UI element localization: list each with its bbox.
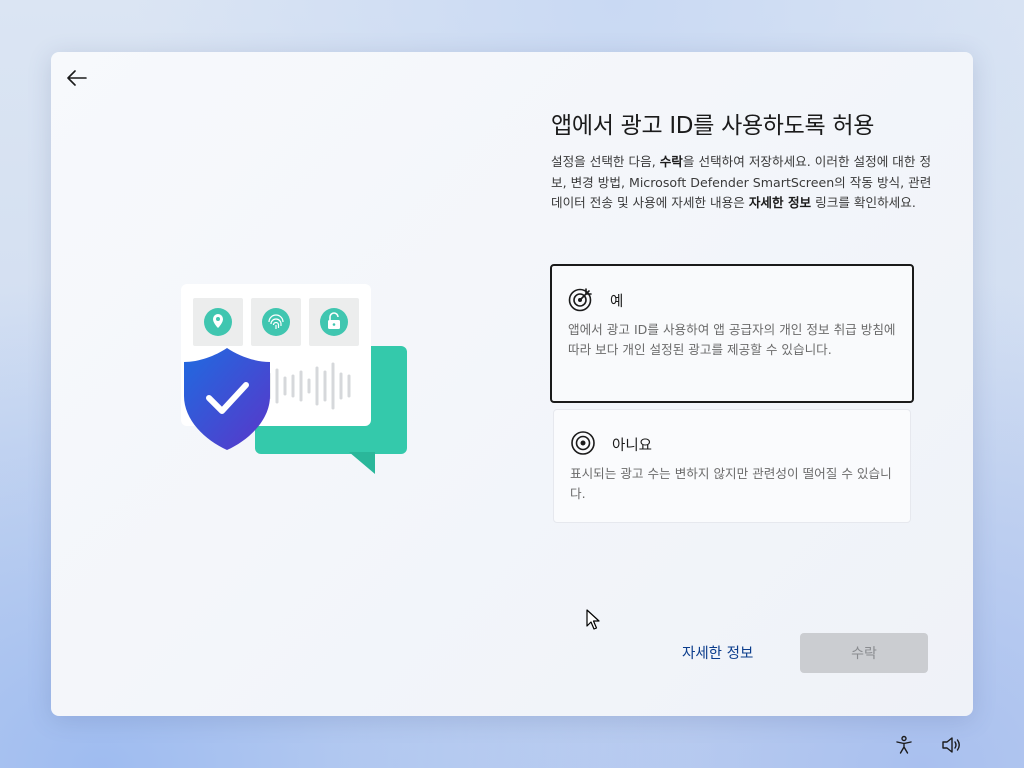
fingerprint-icon <box>251 298 301 346</box>
accessibility-icon <box>896 735 912 754</box>
description-learn-more-emphasis: 자세한 정보 <box>748 195 812 210</box>
accessibility-button[interactable] <box>893 734 915 756</box>
option-yes[interactable]: 예 앱에서 광고 ID를 사용하여 앱 공급자의 개인 정보 취급 방침에 따라… <box>550 264 914 403</box>
page-title: 앱에서 광고 ID를 사용하도록 허용 <box>551 113 875 139</box>
volume-button[interactable] <box>941 734 963 756</box>
oobe-dialog: 앱에서 광고 ID를 사용하도록 허용 설정을 선택한 다음, 수락을 선택하여… <box>51 52 973 716</box>
target-icon <box>568 288 592 312</box>
location-icon <box>193 298 243 346</box>
radio-target-icon <box>571 431 595 455</box>
option-yes-description: 앱에서 광고 ID를 사용하여 앱 공급자의 개인 정보 취급 방침에 따라 보… <box>568 322 896 357</box>
back-arrow-icon <box>67 70 87 86</box>
option-no-label: 아니요 <box>612 438 653 454</box>
description-text: 설정을 선택한 다음, <box>551 154 660 169</box>
privacy-illustration <box>181 284 407 474</box>
option-no-description: 표시되는 광고 수는 변하지 않지만 관련성이 떨어질 수 있습니다. <box>570 466 892 501</box>
option-no[interactable]: 아니요 표시되는 광고 수는 변하지 않지만 관련성이 떨어질 수 있습니다. <box>553 409 911 523</box>
option-yes-label: 예 <box>610 294 624 310</box>
page-description: 설정을 선택한 다음, 수락을 선택하여 저장하세요. 이러한 설정에 대한 정… <box>551 152 935 214</box>
description-text: 링크를 확인하세요. <box>811 195 916 210</box>
back-button[interactable] <box>65 66 89 90</box>
learn-more-link[interactable]: 자세한 정보 <box>682 642 753 663</box>
description-accept-emphasis: 수락 <box>659 154 683 169</box>
accept-button[interactable]: 수락 <box>800 633 928 673</box>
volume-icon <box>942 737 960 753</box>
unlock-icon <box>309 298 359 346</box>
mouse-cursor-icon <box>586 609 600 630</box>
